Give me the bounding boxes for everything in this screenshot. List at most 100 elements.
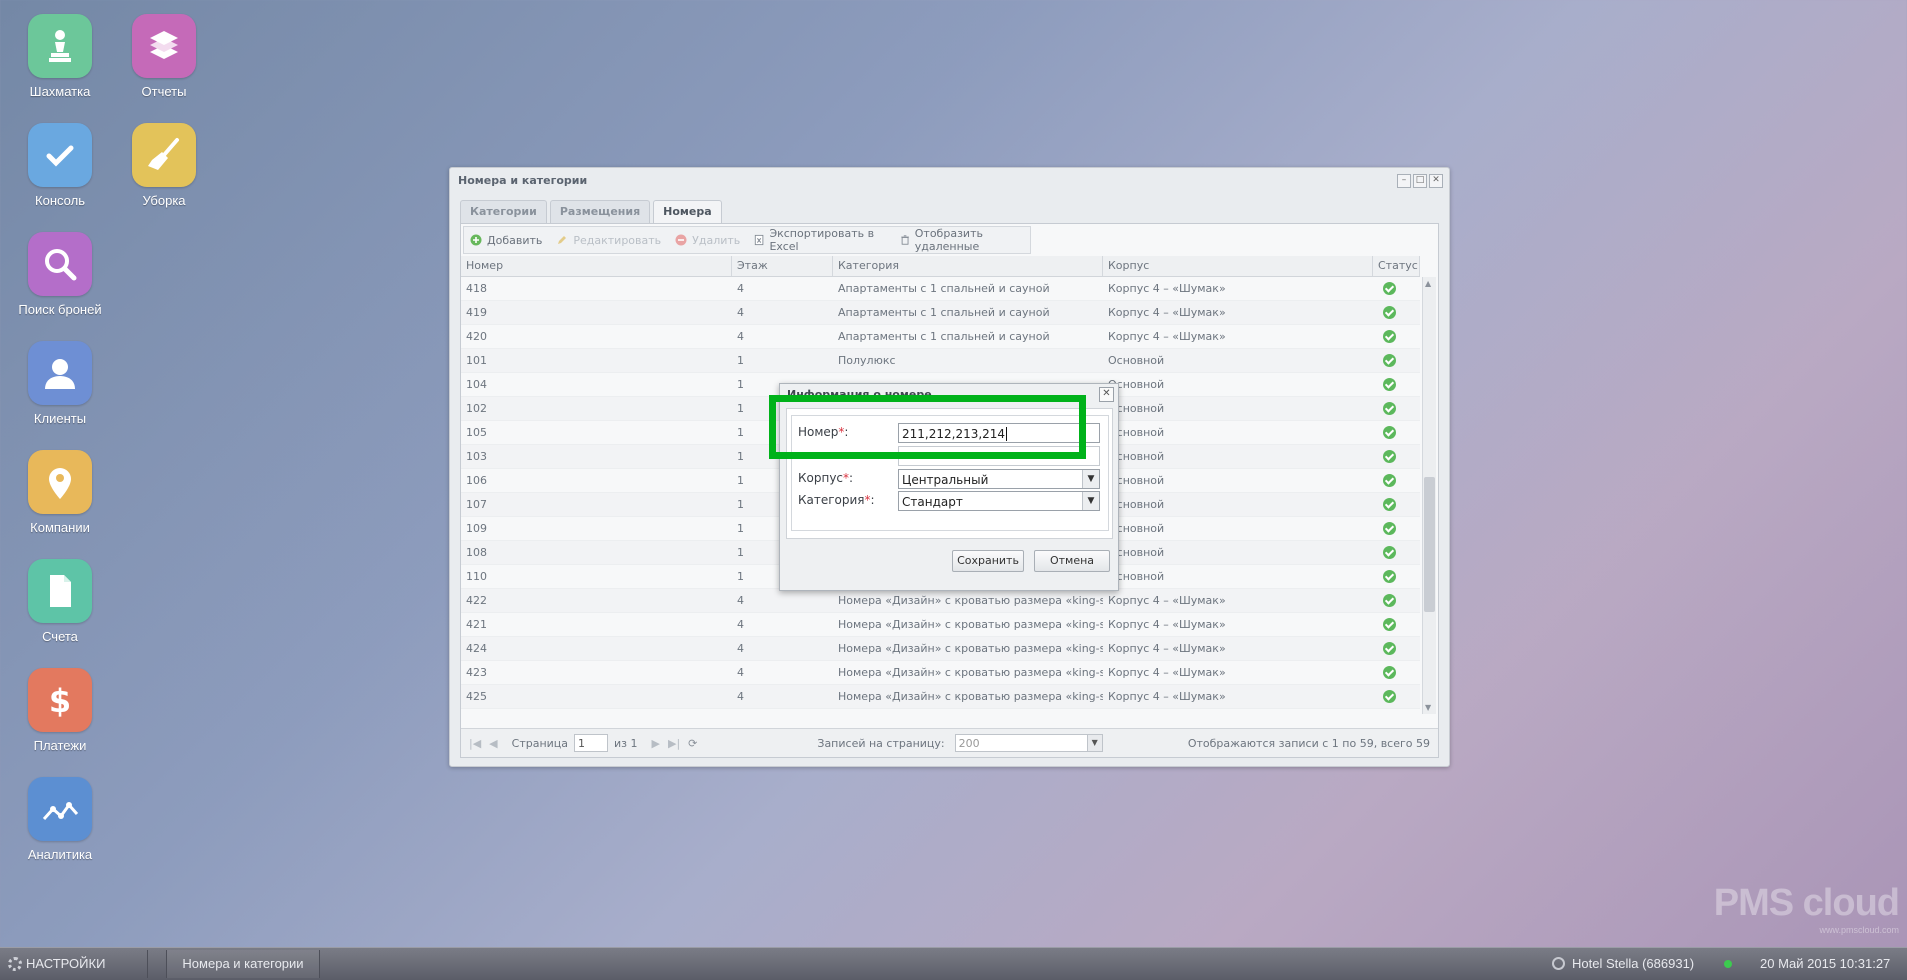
desktop-icon-payments[interactable]: $ Платежи (5, 668, 115, 753)
cell-number: 418 (466, 282, 487, 295)
last-page-icon[interactable]: ▶| (668, 737, 680, 750)
scroll-down-icon[interactable]: ▼ (1425, 703, 1431, 712)
table-row[interactable]: 424 4 Номера «Дизайн» с кроватью размера «… (461, 637, 1420, 661)
table-row[interactable]: 419 4 Апартаменты с 1 спальней и сауной Кор… (461, 301, 1420, 325)
number-input[interactable]: 211,212,213,214 (898, 423, 1100, 443)
close-icon[interactable]: ✕ (1429, 174, 1443, 188)
desktop-icon-companies[interactable]: Компании (5, 450, 115, 535)
add-button[interactable]: Добавить (470, 234, 542, 247)
taskbar: НАСТРОЙКИ Номера и категории Hotel Stell… (0, 947, 1907, 980)
cell-building: Основной (1108, 498, 1165, 511)
cell-building: Основной (1108, 570, 1165, 583)
status-ok-icon (1383, 330, 1396, 343)
column-header-category[interactable]: Категория (833, 256, 1103, 276)
building-select[interactable]: Центральный ▼ (898, 469, 1100, 489)
next-page-icon[interactable]: ▶ (652, 737, 660, 750)
grid-header: Номер Этаж Категория Корпус Статус (461, 256, 1420, 277)
delete-label: Удалить (692, 233, 741, 247)
scrollbar-thumb[interactable] (1424, 477, 1435, 612)
status-ok-icon (1383, 378, 1396, 391)
desktop-icon-cleaning[interactable]: Уборка (109, 123, 219, 208)
cell-category: Номера «Дизайн» с кроватью размера «king… (833, 709, 1103, 714)
column-header-status[interactable]: Статус (1373, 256, 1420, 276)
cell-building: Основной (1108, 402, 1165, 415)
cell-category: Номера «Дизайн» с кроватью размера «king… (838, 618, 1103, 631)
per-page-select[interactable]: 200 ▼ (954, 734, 1103, 752)
cell-building: Основной (1108, 426, 1165, 439)
chess-pawn-icon (49, 30, 71, 62)
category-select[interactable]: Стандарт ▼ (898, 491, 1100, 511)
tab-categories[interactable]: Категории (460, 200, 547, 223)
secondary-input[interactable] (898, 446, 1100, 466)
status-ok-icon (1383, 282, 1396, 295)
cell-building: Корпус 4 – «Шумак» (1103, 709, 1373, 714)
column-header-number[interactable]: Номер (461, 256, 732, 276)
dialog-close-icon[interactable]: ✕ (1099, 387, 1114, 402)
scroll-up-icon[interactable]: ▲ (1425, 279, 1431, 288)
desktop-icon-clients[interactable]: Клиенты (5, 341, 115, 426)
cell-status (1373, 661, 1420, 684)
cell-status (1373, 325, 1420, 348)
table-row[interactable]: 101 1 Полулюкс Основной (461, 349, 1420, 373)
refresh-icon[interactable]: ⟳ (688, 737, 697, 750)
cell-number: 424 (466, 642, 487, 655)
grid-pager: |◀ ◀ Страница из 1 ▶ ▶| ⟳ Записей на стр… (461, 728, 1438, 757)
cell-status (1373, 517, 1420, 540)
add-icon (470, 234, 482, 246)
table-row[interactable]: 4264Номера «Дизайн» с кроватью размера «… (461, 709, 1420, 714)
settings-button[interactable]: НАСТРОЙКИ (0, 950, 148, 978)
tab-rooms[interactable]: Номера (653, 200, 722, 223)
maximize-icon[interactable]: □ (1413, 174, 1427, 188)
export-excel-button[interactable]: Экспортировать в Excel (754, 227, 885, 253)
cell-building: Основной (1108, 354, 1165, 367)
desktop-icon-chessboard[interactable]: Шахматка (5, 14, 115, 99)
desktop-icon-invoices[interactable]: Счета (5, 559, 115, 644)
online-status-icon (1724, 960, 1732, 968)
table-row[interactable]: 420 4 Апартаменты с 1 спальней и сауной Кор… (461, 325, 1420, 349)
cell-number: 107 (466, 498, 487, 511)
category-value: Стандарт (902, 495, 963, 509)
table-row[interactable]: 423 4 Номера «Дизайн» с кроватью размера «… (461, 661, 1420, 685)
desktop-icon-booking-search[interactable]: Поиск броней (5, 232, 115, 317)
per-page-label: Записей на страницу: (817, 736, 945, 750)
show-deleted-button[interactable]: Отобразить удаленные (900, 227, 1030, 253)
desktop-icon-console[interactable]: Консоль (5, 123, 115, 208)
edit-button[interactable]: Редактировать (556, 234, 661, 247)
column-header-floor[interactable]: Этаж (732, 256, 833, 276)
status-ok-icon (1383, 570, 1396, 583)
tab-placements[interactable]: Размещения (549, 200, 651, 223)
status-ok-icon (1383, 498, 1396, 511)
table-row[interactable]: 418 4 Апартаменты с 1 спальней и сауной Кор… (461, 277, 1420, 301)
minimize-icon[interactable]: – (1397, 174, 1411, 188)
table-row[interactable]: 425 4 Номера «Дизайн» с кроватью размера «… (461, 685, 1420, 709)
desktop-icon-label: Уборка (142, 193, 186, 208)
cell-number: 105 (466, 426, 487, 439)
save-button[interactable]: Сохранить (952, 550, 1024, 572)
cell-status (1373, 301, 1420, 324)
first-page-icon[interactable]: |◀ (469, 737, 481, 750)
cell-status (1373, 445, 1420, 468)
table-row[interactable]: 421 4 Номера «Дизайн» с кроватью размера «… (461, 613, 1420, 637)
cancel-button[interactable]: Отмена (1034, 550, 1110, 572)
column-header-building[interactable]: Корпус (1103, 256, 1373, 276)
hotel-icon (1552, 957, 1565, 970)
cell-category: Апартаменты с 1 спальней и сауной (838, 282, 1050, 295)
building-value: Центральный (902, 473, 989, 487)
grid-scrollbar[interactable]: ▲ ▼ (1422, 277, 1436, 714)
chevron-down-icon: ▼ (1082, 470, 1099, 488)
hotel-indicator[interactable]: Hotel Stella (686931) (1552, 950, 1694, 978)
taskbar-item-rooms-categories[interactable]: Номера и категории (166, 950, 320, 978)
cell-number: 103 (466, 450, 487, 463)
prev-page-icon[interactable]: ◀ (489, 737, 497, 750)
cell-building: Корпус 4 – «Шумак» (1108, 306, 1226, 319)
page-input[interactable] (574, 734, 609, 752)
cell-building: Основной (1108, 450, 1165, 463)
desktop-icon-label: Поиск броней (18, 302, 102, 317)
watermark-url: www.pmscloud.com (1819, 925, 1899, 935)
delete-button[interactable]: Удалить (675, 234, 740, 247)
table-row[interactable]: 422 4 Номера «Дизайн» с кроватью размера «… (461, 589, 1420, 613)
desktop-icon-analytics[interactable]: Аналитика (5, 777, 115, 862)
cell-building: Основной (1108, 378, 1165, 391)
dialog-footer: Сохранить Отмена (780, 550, 1118, 580)
desktop-icon-reports[interactable]: Отчеты (109, 14, 219, 99)
